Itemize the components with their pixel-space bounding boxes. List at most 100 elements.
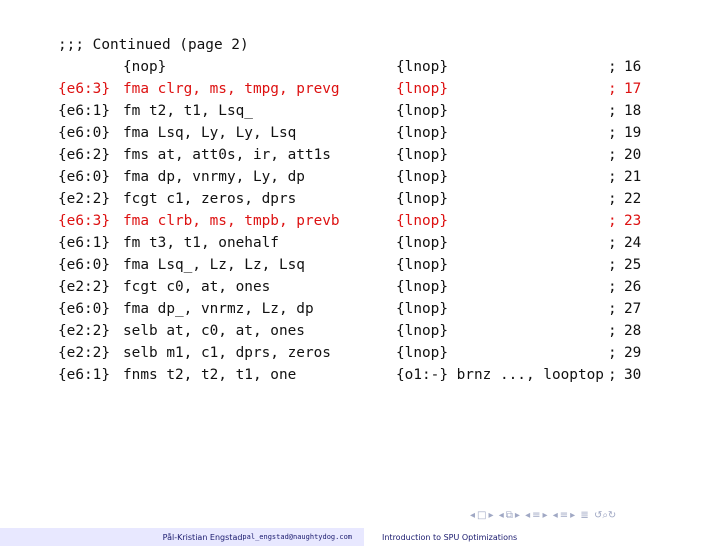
even-instruction: fcgt c1, zeros, dprs xyxy=(123,191,297,207)
slide-next-icon[interactable]: ▸ xyxy=(570,510,575,521)
even-instruction: selb at, c0, at, ones xyxy=(123,323,305,339)
search-loop-icon[interactable]: ↺⌕↻ xyxy=(594,510,616,521)
even-instruction: fcgt c0, at, ones xyxy=(123,279,271,295)
section-prev-icon[interactable]: ◂ xyxy=(525,510,530,521)
comment-marker: ; xyxy=(608,125,617,141)
cycle-number: 20 xyxy=(624,147,642,163)
even-instruction: fma dp_, vnrmz, Lz, dp xyxy=(123,301,314,317)
code-listing: ;;; Continued (page 2) {nop} {lnop}; 16 {e6… xyxy=(58,34,641,386)
code-line: {e2:2} selb at, c0, at, ones {lnop}; 28 xyxy=(58,320,641,342)
code-line: {e2:2} fcgt c0, at, ones {lnop}; 26 xyxy=(58,276,641,298)
slide-box-icon[interactable]: ≡ xyxy=(560,510,568,521)
comment-marker: ; xyxy=(608,59,617,75)
odd-instruction: {lnop} xyxy=(396,81,448,97)
cycle-number: 21 xyxy=(624,169,642,185)
register-annotation: {e6:1} xyxy=(58,103,110,119)
footer-author: Pål-Kristian Engstad xyxy=(162,532,243,542)
cycle-number: 28 xyxy=(624,323,642,339)
cycle-number: 30 xyxy=(624,367,642,383)
code-line: {e6:2} fms at, att0s, ir, att1s {lnop}; 20 xyxy=(58,144,641,166)
comment-marker: ; xyxy=(608,257,617,273)
comment-marker: ; xyxy=(608,191,617,207)
even-instruction: fma clrg, ms, tmpg, prevg xyxy=(123,81,340,97)
odd-instruction: {lnop} xyxy=(396,147,448,163)
frame-next-icon[interactable]: ▸ xyxy=(488,510,493,521)
subsection-prev-icon[interactable]: ◂ xyxy=(499,510,504,521)
cycle-number: 26 xyxy=(624,279,642,295)
register-annotation: {e2:2} xyxy=(58,279,110,295)
code-line: {e6:1} fnms t2, t2, t1, one {o1:-} brnz ..… xyxy=(58,364,641,386)
register-annotation: {e2:2} xyxy=(58,323,110,339)
even-instruction: fnms t2, t2, t1, one xyxy=(123,367,297,383)
odd-instruction: {lnop} xyxy=(396,169,448,185)
code-line: {e6:1} fm t3, t1, onehalf {lnop}; 24 xyxy=(58,232,641,254)
subsection-box-icon[interactable]: ⧉ xyxy=(506,510,513,521)
odd-instruction: {lnop} xyxy=(396,191,448,207)
comment-marker: ; xyxy=(608,345,617,361)
register-annotation: {e6:1} xyxy=(58,367,110,383)
odd-instruction: {lnop} xyxy=(396,213,448,229)
comment-marker: ; xyxy=(608,103,617,119)
even-instruction: fma clrb, ms, tmpb, prevb xyxy=(123,213,340,229)
cycle-number: 29 xyxy=(624,345,642,361)
even-instruction: fma Lsq, Ly, Ly, Lsq xyxy=(123,125,297,141)
odd-instruction: {lnop} xyxy=(396,257,448,273)
cycle-number: 19 xyxy=(624,125,642,141)
cycle-number: 27 xyxy=(624,301,642,317)
odd-instruction: {lnop} xyxy=(396,345,448,361)
even-instruction: fms at, att0s, ir, att1s xyxy=(123,147,331,163)
code-line: {e2:2} selb m1, c1, dprs, zeros {lnop}; 29 xyxy=(58,342,641,364)
comment-marker: ; xyxy=(608,235,617,251)
even-instruction: fm t2, t1, Lsq_ xyxy=(123,103,253,119)
cycle-number: 17 xyxy=(624,81,642,97)
code-line: {e6:0} fma dp, vnrmy, Ly, dp {lnop}; 21 xyxy=(58,166,641,188)
register-annotation: {e2:2} xyxy=(58,345,110,361)
register-annotation: {e6:0} xyxy=(58,257,110,273)
footer-title: Introduction to SPU Optimizations xyxy=(382,532,518,542)
code-line: {e6:0} fma Lsq, Ly, Ly, Lsq {lnop}; 19 xyxy=(58,122,641,144)
register-annotation: {e6:0} xyxy=(58,125,110,141)
odd-instruction: {lnop} xyxy=(396,301,448,317)
even-instruction: selb m1, c1, dprs, zeros xyxy=(123,345,331,361)
footer-email: pal_engstad@naughtydog.com xyxy=(242,533,352,541)
footer-author-box: Pål-Kristian Engstad pal_engstad@naughtyd… xyxy=(0,528,364,546)
even-instruction: fma Lsq_, Lz, Lz, Lsq xyxy=(123,257,305,273)
odd-instruction: {lnop} xyxy=(396,59,448,75)
align-icon[interactable]: ≣ xyxy=(580,510,588,521)
code-line: {e6:3} fma clrg, ms, tmpg, prevg {lnop}; 17 xyxy=(58,78,641,100)
comment-marker: ; xyxy=(608,367,617,383)
cycle-number: 16 xyxy=(624,59,642,75)
cycle-number: 23 xyxy=(624,213,642,229)
footer-title-box: Introduction to SPU Optimizations xyxy=(364,528,728,546)
odd-instruction: {lnop} xyxy=(396,235,448,251)
odd-instruction: {lnop} xyxy=(396,103,448,119)
code-line: {nop} {lnop}; 16 xyxy=(58,56,641,78)
even-instruction: fm t3, t1, onehalf xyxy=(123,235,279,251)
section-next-icon[interactable]: ▸ xyxy=(543,510,548,521)
code-line: {e6:0} fma Lsq_, Lz, Lz, Lsq {lnop}; 25 xyxy=(58,254,641,276)
even-instruction: {nop} xyxy=(123,59,167,75)
cycle-number: 18 xyxy=(624,103,642,119)
code-line: {e6:0} fma dp_, vnrmz, Lz, dp {lnop}; 27 xyxy=(58,298,641,320)
frame-prev-icon[interactable]: ◂ xyxy=(470,510,475,521)
footer-bar: Pål-Kristian Engstad pal_engstad@naughtyd… xyxy=(0,528,728,546)
register-annotation: {e6:3} xyxy=(58,81,110,97)
even-instruction: fma dp, vnrmy, Ly, dp xyxy=(123,169,305,185)
slide-prev-icon[interactable]: ◂ xyxy=(553,510,558,521)
header-comment-line: ;;; Continued (page 2) xyxy=(58,34,249,56)
code-line: {e6:1} fm t2, t1, Lsq_ {lnop}; 18 xyxy=(58,100,641,122)
comment-marker: ; xyxy=(608,213,617,229)
cycle-number: 22 xyxy=(624,191,642,207)
odd-instruction: {lnop} xyxy=(396,125,448,141)
comment-marker: ; xyxy=(608,279,617,295)
odd-instruction: {lnop} xyxy=(396,279,448,295)
subsection-next-icon[interactable]: ▸ xyxy=(515,510,520,521)
register-annotation: {e6:3} xyxy=(58,213,110,229)
register-annotation: {e2:2} xyxy=(58,191,110,207)
code-rows: {nop} {lnop}; 16 {e6:3} fma clrg, ms, tmpg, … xyxy=(58,56,641,386)
section-box-icon[interactable]: ≡ xyxy=(532,510,540,521)
code-line: {e6:3} fma clrb, ms, tmpb, prevb {lnop}; 23 xyxy=(58,210,641,232)
comment-marker: ; xyxy=(608,147,617,163)
beamer-navigation: ◂ □ ▸ ◂ ⧉ ▸ ◂ ≡ ▸ ◂ ≡ ▸ ≣ ↺⌕↻ xyxy=(470,510,618,521)
frame-box-icon[interactable]: □ xyxy=(477,510,486,521)
